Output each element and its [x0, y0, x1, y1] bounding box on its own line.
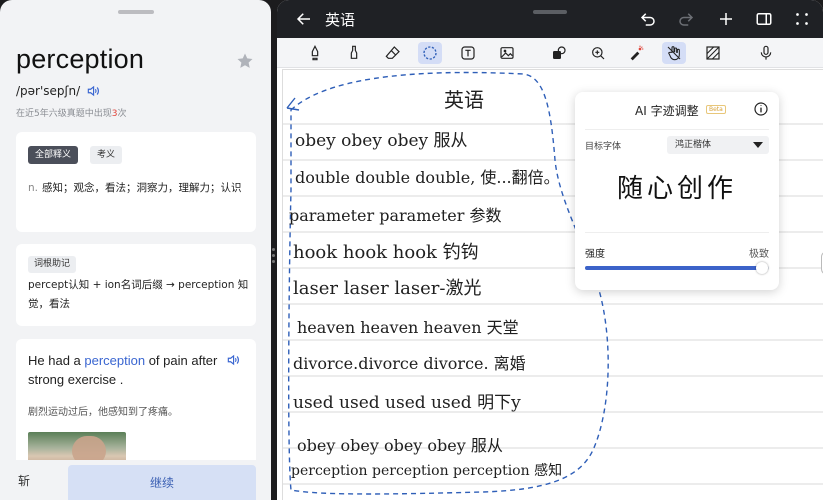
example-card: He had a perception of pain after strong…: [16, 339, 256, 469]
tool-image[interactable]: [495, 42, 519, 64]
more-grid-icon[interactable]: [793, 10, 811, 28]
tool-microphone[interactable]: [754, 42, 778, 64]
note-top-bar: 英语: [277, 0, 823, 38]
tool-pen[interactable]: [303, 42, 327, 64]
divider: [585, 232, 769, 233]
bottom-action-bar: 斩 继续: [0, 460, 271, 500]
phonetic-row: /pər'sepʃn/: [16, 84, 100, 98]
speaker-icon[interactable]: [86, 84, 100, 98]
tab-all-definitions[interactable]: 全部释义: [28, 146, 79, 164]
shapes-icon: [553, 46, 566, 59]
phonetic-text: /pər'sepʃn/: [16, 84, 81, 98]
handwritten-line: divorce.divorce divorce. 离婚: [293, 354, 526, 373]
headword: perception: [16, 44, 145, 74]
word-root-text: percept认知 + ion名词后缀 → perception 知觉，看法: [28, 279, 249, 310]
strength-max-label: 极致: [749, 249, 769, 260]
hand-touch-icon: [667, 46, 681, 61]
eraser-icon: [385, 46, 400, 59]
image-icon: [500, 47, 514, 59]
example-highlight: perception: [84, 353, 146, 368]
strength-slider-fill: [585, 266, 762, 270]
microphone-icon: [760, 45, 772, 60]
tool-lasso[interactable]: [418, 42, 442, 64]
handwritten-heading: 英语: [444, 88, 484, 112]
handwritten-line: used used used used 明下y: [293, 393, 521, 413]
back-arrow-icon[interactable]: [295, 10, 313, 28]
definition-card: 全部释义 考义 n. 感知；观念，看法；洞察力，理解力；认识: [16, 132, 256, 232]
beta-badge: Beta: [706, 105, 726, 114]
panel-grabber[interactable]: [118, 10, 154, 14]
handwritten-line: perception perception perception 感知: [291, 463, 563, 479]
tool-text[interactable]: [456, 42, 480, 64]
tool-hand-write[interactable]: [662, 42, 686, 64]
hatch-pattern-icon: [706, 46, 720, 60]
word-root-chip: 词根助记: [28, 256, 77, 273]
sidebar-toggle-icon[interactable]: [755, 10, 773, 28]
dictionary-panel: perception /pər'sepʃn/ 在近5年六级真题中出现3次 全部释…: [0, 0, 271, 500]
drawing-toolbar: [277, 38, 823, 68]
tab-exam-definitions[interactable]: 考义: [90, 146, 123, 164]
marker-icon: [350, 45, 358, 59]
note-grabber[interactable]: [533, 10, 567, 14]
target-font-select[interactable]: 鸿正楷体: [667, 136, 769, 154]
exam-frequency: 在近5年六级真题中出现3次: [16, 109, 127, 119]
tool-marker[interactable]: [342, 42, 366, 64]
lasso-icon: [423, 46, 437, 60]
font-preview: 随心创作: [616, 174, 737, 204]
handwritten-line: hook hook hook 钓钩: [293, 242, 479, 263]
target-font-label: 目标字体: [585, 142, 622, 152]
definition-text: n. 感知；观念，看法；洞察力，理解力；认识: [28, 182, 242, 194]
fountain-pen-icon: [311, 45, 319, 61]
strength-slider-knob[interactable]: [755, 262, 768, 274]
handwritten-line: parameter parameter 参数: [289, 206, 502, 225]
handwritten-line: double double double, 使...翻倍。: [295, 168, 560, 187]
kill-button[interactable]: 斩: [18, 472, 54, 489]
add-icon[interactable]: [717, 10, 735, 28]
example-speaker-icon[interactable]: [226, 353, 240, 367]
strength-label: 强度: [585, 249, 605, 260]
chevron-down-icon: [753, 142, 763, 148]
ai-popup-title: AI 字迹调整: [635, 104, 699, 118]
part-of-speech: n.: [28, 182, 38, 194]
note-title: 英语: [325, 11, 356, 29]
split-view-handle[interactable]: [272, 248, 276, 266]
note-panel: 英语 英语 obey obey obey 服从 double double do…: [277, 0, 823, 500]
redo-icon[interactable]: [677, 10, 695, 28]
example-translation: 剧烈运动过后，他感知到了疼痛。: [28, 407, 178, 418]
app-root: perception /pər'sepʃn/ 在近5年六级真题中出现3次 全部释…: [0, 0, 823, 500]
tool-zoom[interactable]: [586, 42, 610, 64]
info-icon[interactable]: [753, 101, 769, 117]
star-icon[interactable]: [236, 52, 254, 70]
laser-pointer-icon: [630, 45, 644, 61]
handwritten-line: laser laser laser-激光: [293, 278, 482, 299]
handwritten-line: heaven heaven heaven 天堂: [297, 318, 519, 337]
undo-icon[interactable]: [639, 10, 657, 28]
tool-eraser[interactable]: [381, 42, 405, 64]
zoom-in-icon: [592, 47, 605, 60]
handwritten-line: obey obey obey 服从: [295, 131, 468, 151]
text-box-icon: [461, 46, 475, 60]
tool-pattern[interactable]: [701, 42, 725, 64]
word-root-card: 词根助记 percept认知 + ion名词后缀 → perception 知觉…: [16, 244, 256, 326]
strength-slider[interactable]: [585, 262, 769, 274]
example-sentence: He had a perception of pain after strong…: [28, 353, 218, 387]
divider: [585, 129, 769, 130]
tool-laser[interactable]: [624, 42, 648, 64]
handwritten-line: obey obey obey obey 服从: [297, 436, 503, 455]
continue-button[interactable]: 继续: [68, 465, 256, 500]
tool-shapes[interactable]: [547, 42, 571, 64]
ai-handwriting-popup: AI 字迹调整 Beta 目标字体 鸿正楷体 随心创作 强度 极致: [575, 92, 779, 290]
